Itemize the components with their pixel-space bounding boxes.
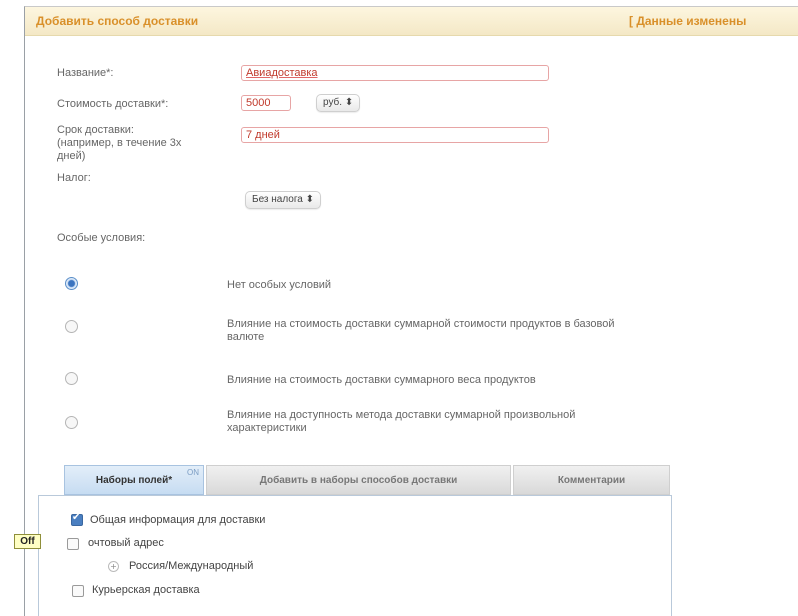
name-label: Название*:	[57, 67, 114, 79]
postal-address-checkbox[interactable]	[67, 538, 79, 550]
dialog-header: Добавить способ доставки [ Данные измене…	[25, 7, 798, 36]
condition-label-none: Нет особых условий	[227, 279, 332, 291]
changes-notice: [ Данные изменены	[629, 14, 747, 28]
courier-checkbox[interactable]	[72, 585, 84, 597]
conditions-label: Особые условия:	[57, 232, 146, 244]
name-value: Авиадоставка	[246, 67, 318, 79]
term-field[interactable]: 7 дней	[241, 127, 549, 143]
tax-label: Налог:	[57, 172, 91, 184]
name-field[interactable]: Авиадоставка	[241, 65, 549, 81]
condition-radio-none[interactable]	[65, 277, 78, 290]
currency-select[interactable]: руб. ⬍	[316, 94, 361, 112]
condition-label-characteristic: Влияние на доступность метода доставки с…	[227, 409, 576, 434]
postal-address-label: очтовый адрес	[88, 537, 164, 549]
tax-select[interactable]: Без налога ⬍	[245, 191, 322, 209]
term-label-line2: (например, в течение 3х	[57, 137, 182, 149]
cost-value: 5000	[246, 97, 271, 109]
condition-radio-weight[interactable]	[65, 372, 78, 385]
tab-field-sets[interactable]: Наборы полей* ON	[64, 465, 204, 495]
term-label-line1: Срок доставки:	[57, 124, 134, 136]
general-info-label: Общая информация для доставки	[90, 514, 266, 526]
tab-add-to-shipping-sets[interactable]: Добавить в наборы способов доставки	[206, 465, 511, 495]
expand-icon[interactable]: +	[108, 561, 119, 572]
tab-comments[interactable]: Комментарии	[513, 465, 670, 495]
condition-label-total-cost: Влияние на стоимость доставки суммарной …	[227, 318, 615, 343]
cost-label: Стоимость доставки*:	[57, 98, 169, 110]
tab-field-sets-label: Наборы полей*	[95, 475, 173, 486]
condition-radio-characteristic[interactable]	[65, 416, 78, 429]
courier-label: Курьерская доставка	[92, 584, 200, 596]
term-value: 7 дней	[246, 129, 280, 141]
cost-field[interactable]: 5000	[241, 95, 291, 111]
tab-field-sets-on-indicator: ON	[187, 468, 199, 477]
term-label-line3: дней)	[57, 150, 86, 162]
condition-label-weight: Влияние на стоимость доставки суммарного…	[227, 374, 536, 386]
tab-bar: Наборы полей* ON Добавить в наборы спосо…	[38, 465, 670, 495]
dialog-title: Добавить способ доставки	[36, 14, 199, 28]
off-tooltip: Off	[14, 534, 41, 549]
russia-international-label[interactable]: Россия/Международный	[129, 560, 253, 573]
condition-radio-total-cost[interactable]	[65, 320, 78, 333]
general-info-checkbox[interactable]	[71, 512, 83, 526]
